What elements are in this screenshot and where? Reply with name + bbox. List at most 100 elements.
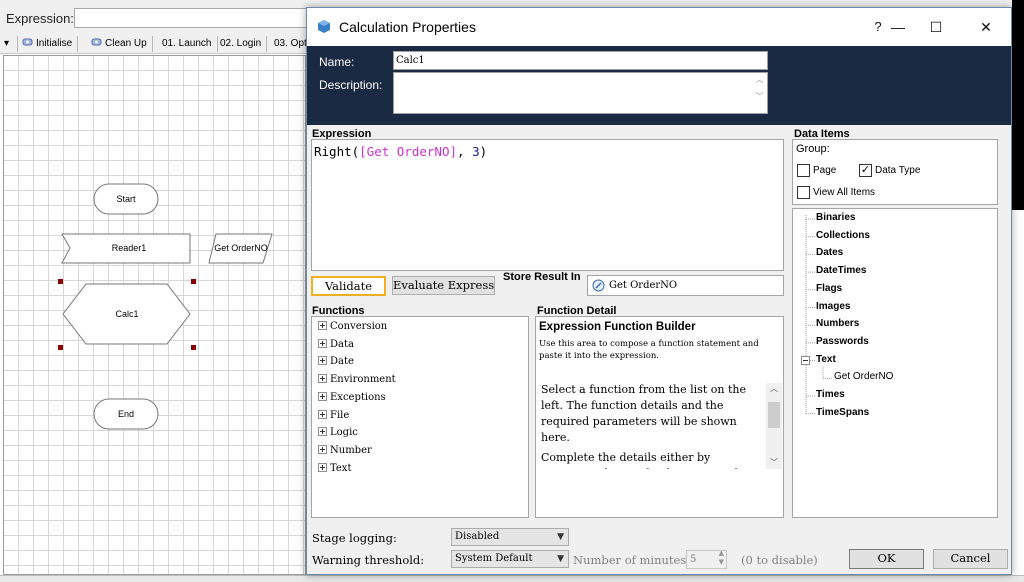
- data-type-checkbox[interactable]: ✓: [859, 164, 872, 177]
- reader-label: Reader1: [111, 243, 147, 253]
- gear-icon: [91, 37, 102, 47]
- app-icon: [317, 19, 332, 34]
- expand-icon[interactable]: [318, 321, 327, 330]
- expand-icon[interactable]: [318, 409, 327, 419]
- dialog-title: Calculation Properties: [339, 19, 476, 35]
- warning-threshold-label: Warning threshold:: [312, 553, 425, 567]
- background-window-edge: [1012, 0, 1024, 210]
- store-result-label: Store Result In: [503, 271, 581, 283]
- cancel-button[interactable]: Cancel: [933, 549, 1008, 569]
- tab-clean-up[interactable]: Clean Up: [87, 36, 153, 52]
- expand-icon[interactable]: [318, 356, 327, 366]
- expand-icon[interactable]: [318, 374, 327, 384]
- tab-login[interactable]: 02. Login: [216, 36, 268, 52]
- expand-icon[interactable]: [318, 427, 327, 437]
- ok-button[interactable]: OK: [849, 549, 924, 569]
- data-type-group[interactable]: Images: [816, 301, 850, 312]
- name-label: Name:: [319, 55, 355, 69]
- selection-handle[interactable]: [191, 279, 196, 284]
- validate-button[interactable]: Validate: [311, 276, 386, 296]
- selection-handle[interactable]: [191, 345, 196, 350]
- stepper-arrows-icon[interactable]: ▲ ▼: [719, 549, 724, 567]
- stage-logging-select[interactable]: Disabled ▼: [451, 528, 569, 546]
- function-category-item[interactable]: Data: [318, 336, 354, 353]
- background-scrollbar[interactable]: [0, 575, 1024, 582]
- data-item-leaf[interactable]: Get OrderNO: [834, 371, 893, 382]
- expand-icon[interactable]: [318, 391, 327, 401]
- data-item-label: Get OrderNO: [214, 243, 268, 253]
- name-field[interactable]: Calc1: [393, 51, 768, 70]
- view-all-checkbox[interactable]: [797, 186, 810, 199]
- stage-logging-label: Stage logging:: [312, 531, 397, 545]
- minutes-stepper[interactable]: 5 ▲ ▼: [686, 549, 727, 569]
- expand-icon[interactable]: [318, 462, 327, 472]
- function-detail-scrollbar[interactable]: ︿ ﹀: [766, 383, 782, 469]
- expand-icon[interactable]: [318, 338, 327, 348]
- disable-hint: (0 to disable): [741, 553, 818, 567]
- function-category-item[interactable]: Text: [318, 460, 351, 477]
- group-label: Group:: [796, 143, 830, 155]
- page-checkbox-label: Page: [813, 165, 837, 176]
- data-type-group[interactable]: Times: [816, 389, 845, 400]
- expression-number: 3: [472, 144, 480, 159]
- function-category-item[interactable]: Conversion: [318, 318, 387, 335]
- function-category-item[interactable]: Environment: [318, 371, 396, 388]
- data-type-group[interactable]: Passwords: [816, 336, 869, 347]
- selection-handle[interactable]: [58, 345, 63, 350]
- process-canvas[interactable]: Start Reader1 Get OrderNO Calc1 End: [3, 55, 306, 575]
- minutes-label: Number of minutes: [573, 553, 687, 567]
- start-label: Start: [116, 194, 136, 204]
- data-items-list: Binaries Collections Dates DateTimes Flags Im…: [793, 209, 997, 509]
- selection-handle[interactable]: [58, 279, 63, 284]
- end-label: End: [117, 409, 134, 419]
- expression-editor[interactable]: Right([Get OrderNO], 3): [311, 139, 784, 271]
- description-field[interactable]: ︿ ﹀: [393, 72, 768, 114]
- function-detail-help: Select a function from the list on the l…: [541, 382, 761, 469]
- expand-icon[interactable]: [318, 444, 327, 454]
- tab-initialise[interactable]: Initialise: [18, 36, 79, 52]
- expression-label: Expression:: [6, 11, 74, 26]
- dialog-titlebar[interactable]: Calculation Properties ? — ☐ ✕: [307, 8, 1011, 46]
- data-type-group[interactable]: Flags: [816, 283, 842, 294]
- collapse-icon[interactable]: [801, 355, 810, 365]
- warning-threshold-select[interactable]: System Default ▼: [451, 550, 569, 568]
- function-category-item[interactable]: Logic: [318, 424, 358, 441]
- data-type-group[interactable]: DateTimes: [816, 265, 866, 276]
- data-type-group[interactable]: TimeSpans: [816, 407, 869, 418]
- calculation-properties-dialog: Calculation Properties ? — ☐ ✕ Name: Cal…: [306, 7, 1012, 575]
- description-label: Description:: [319, 78, 383, 92]
- store-result-field[interactable]: Get OrderNO: [587, 275, 784, 296]
- data-type-group[interactable]: Collections: [816, 230, 870, 241]
- function-category-item[interactable]: Exceptions: [318, 389, 386, 406]
- calc-label: Calc1: [115, 309, 139, 319]
- data-items-group-box: Group: Page ✓ Data Type View All Items: [792, 139, 998, 205]
- scroll-thumb[interactable]: [768, 402, 780, 428]
- chevron-down-icon: ▼: [557, 554, 564, 564]
- expression-param: [Get OrderNO]: [359, 144, 457, 159]
- function-detail-panel: Expression Function Builder Use this are…: [535, 316, 784, 518]
- function-category-item[interactable]: Number: [318, 442, 372, 459]
- data-type-group[interactable]: Text: [816, 354, 836, 365]
- data-type-group[interactable]: Binaries: [816, 212, 855, 223]
- maximize-button[interactable]: ☐: [913, 8, 959, 46]
- close-button[interactable]: ✕: [963, 8, 1009, 46]
- function-category-item[interactable]: File: [318, 407, 349, 424]
- description-scrollbar[interactable]: ︿ ﹀: [752, 73, 767, 113]
- function-detail-heading: Expression Function Builder: [539, 321, 696, 333]
- data-items-tree[interactable]: Binaries Collections Dates DateTimes Flags Im…: [792, 208, 998, 518]
- tab-launch[interactable]: 01. Launch: [158, 36, 218, 52]
- data-type-checkbox-label: Data Type: [875, 165, 921, 176]
- evaluate-expression-button[interactable]: Evaluate Expressi: [392, 276, 495, 295]
- gear-icon: [22, 37, 33, 47]
- view-all-checkbox-label: View All Items: [813, 187, 876, 198]
- chevron-down-icon: ▼: [557, 532, 564, 542]
- tabs-dropdown-button[interactable]: ▾: [0, 36, 18, 52]
- function-category-item[interactable]: Date: [318, 353, 354, 370]
- data-type-group[interactable]: Numbers: [816, 318, 859, 329]
- name-description-panel: Name: Calc1 Description: ︿ ﹀: [307, 46, 1011, 125]
- functions-tree[interactable]: Conversion Data Date Environment Exceptions F…: [311, 316, 529, 518]
- data-item-icon: [592, 279, 605, 299]
- function-detail-intro: Use this area to compose a function stat…: [539, 339, 759, 361]
- data-type-group[interactable]: Dates: [816, 247, 843, 258]
- page-checkbox[interactable]: [797, 164, 810, 177]
